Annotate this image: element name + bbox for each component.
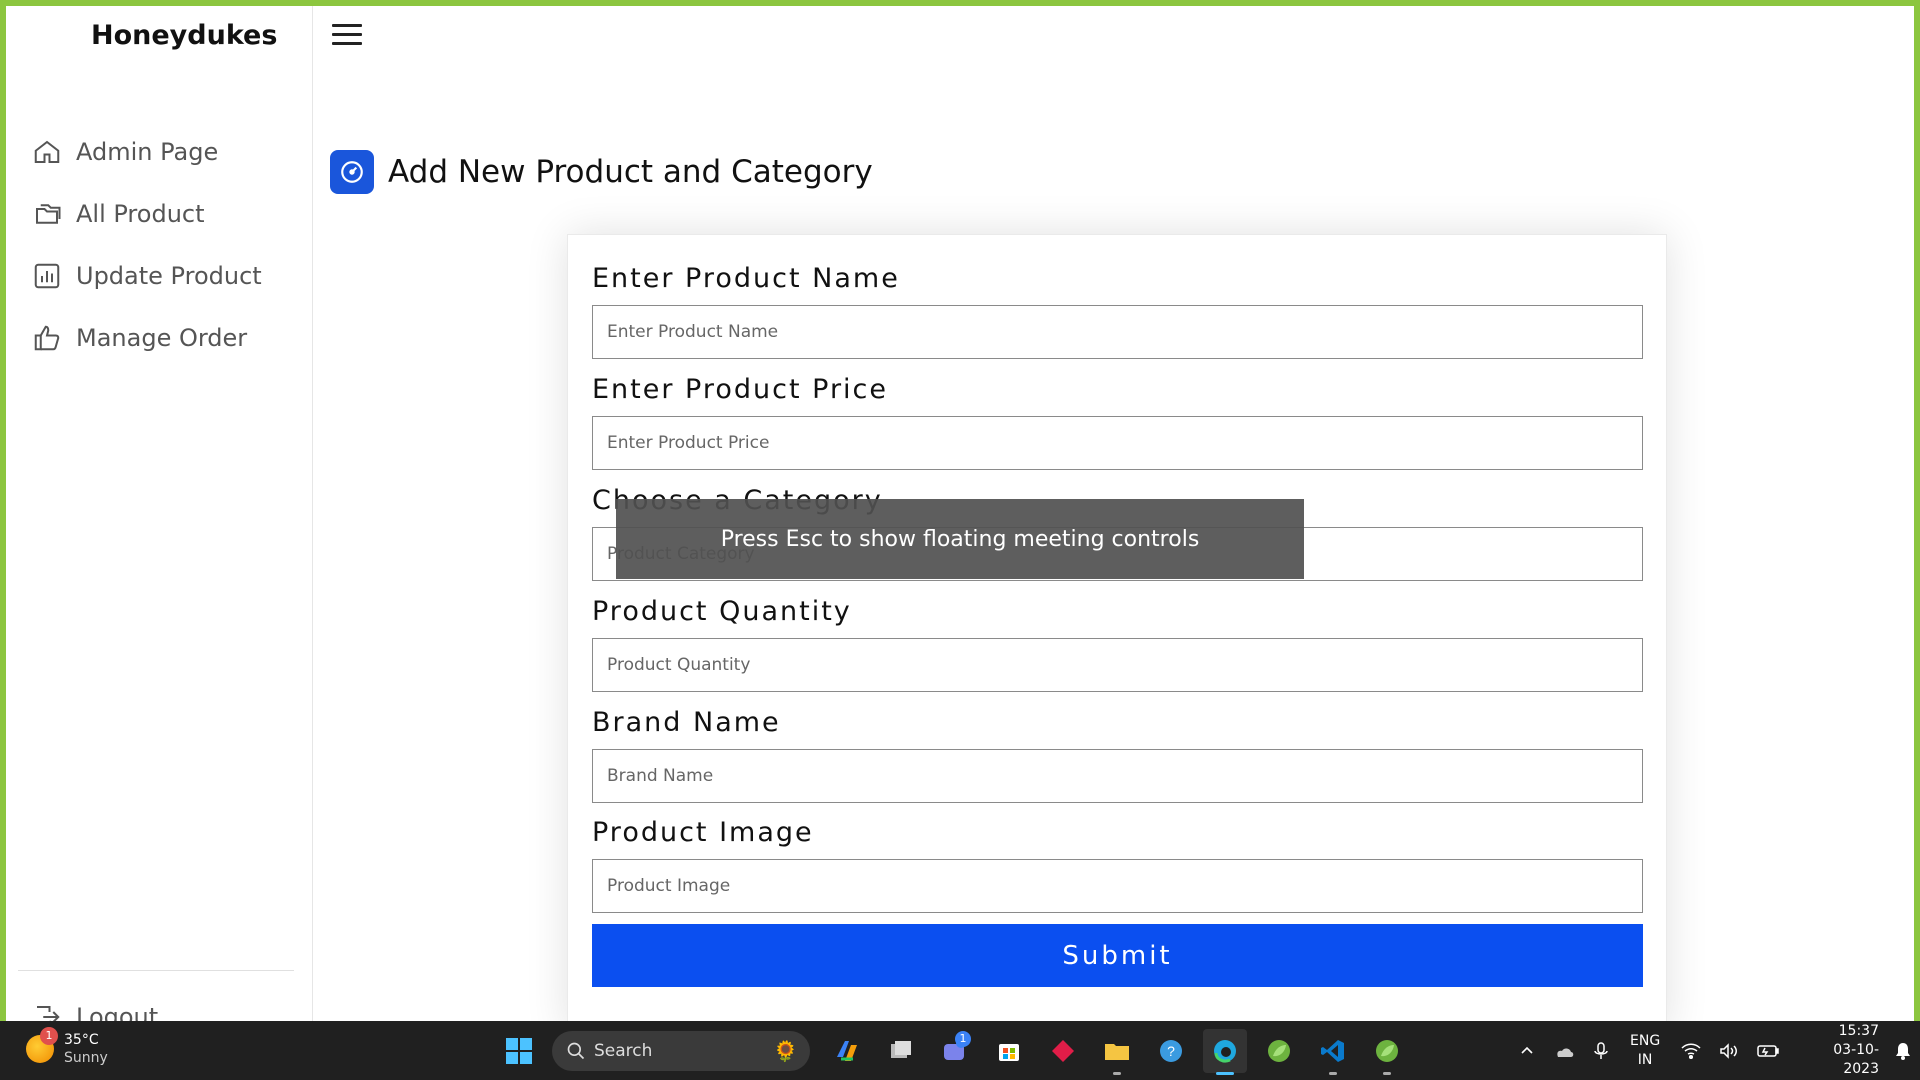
running-indicator [1113, 1072, 1121, 1075]
wifi-icon[interactable] [1681, 1043, 1701, 1059]
clock-date: 03-10-2023 [1833, 1042, 1879, 1077]
running-indicator [1383, 1072, 1391, 1075]
product-quantity-label: Product Quantity [592, 596, 852, 627]
product-image-label: Product Image [592, 817, 814, 848]
page-title: Add New Product and Category [388, 154, 873, 190]
speedometer-icon [330, 150, 374, 194]
weather-text: 35°C Sunny [64, 1031, 108, 1067]
file-explorer-icon[interactable] [1095, 1029, 1139, 1075]
toast-message: Press Esc to show floating meeting contr… [720, 526, 1200, 552]
weather-temp: 35°C [64, 1032, 99, 1048]
sidebar-item-update-product[interactable]: Update Product [32, 245, 262, 307]
logout-icon [37, 1006, 60, 1021]
running-indicator [1329, 1072, 1337, 1075]
sidebar-nav: Admin Page All Product Update Product Ma… [32, 121, 262, 369]
app-red-icon[interactable] [1041, 1029, 1085, 1073]
spring-icon[interactable] [1365, 1029, 1409, 1075]
sun-icon: 1 [26, 1027, 58, 1063]
task-view-icon[interactable] [879, 1029, 923, 1073]
store-icon[interactable] [987, 1029, 1031, 1073]
brand-name-field: Brand Name [592, 707, 1643, 803]
weather-widget[interactable]: 1 35°C Sunny [26, 1027, 108, 1067]
sidebar-item-admin-page[interactable]: Admin Page [32, 121, 262, 183]
weather-badge: 1 [40, 1027, 58, 1045]
battery-icon[interactable] [1757, 1044, 1779, 1058]
sidebar-item-label: Admin Page [76, 138, 219, 166]
onedrive-icon[interactable] [1553, 1043, 1575, 1059]
system-tray: ENG IN 15:37 03-10-2023 [1510, 1021, 1920, 1080]
chevron-up-icon[interactable] [1519, 1043, 1535, 1059]
home-icon [34, 140, 60, 163]
folder-icon [36, 204, 61, 224]
spring-icon[interactable] [1257, 1029, 1301, 1073]
product-form-card: Enter Product Name Enter Product Price C… [567, 234, 1667, 1034]
product-name-label: Enter Product Name [592, 263, 900, 294]
brand-logo[interactable]: Honeydukes [91, 20, 277, 51]
product-price-label: Enter Product Price [592, 374, 889, 405]
search-label: Search [594, 1041, 653, 1061]
notification-bell-icon[interactable] [1895, 1042, 1911, 1060]
page-heading: Add New Product and Category [330, 150, 873, 194]
hamburger-line [332, 33, 362, 36]
sidebar-item-all-product[interactable]: All Product [32, 183, 262, 245]
weather-condition: Sunny [64, 1050, 108, 1066]
sidebar: Honeydukes Admin Page All Product Update… [6, 6, 313, 1021]
meeting-controls-toast: Press Esc to show floating meeting contr… [616, 499, 1304, 579]
search-icon [567, 1042, 585, 1060]
teams-badge: 1 [955, 1031, 971, 1047]
sidebar-item-label: Update Product [76, 262, 262, 290]
brand-name-input[interactable] [592, 749, 1643, 803]
bar-chart-icon [34, 263, 60, 289]
vscode-icon[interactable] [1311, 1029, 1355, 1075]
product-image-field: Product Image [592, 817, 1643, 913]
product-name-field: Enter Product Name [592, 263, 1643, 359]
help-icon[interactable]: ? [1149, 1029, 1193, 1073]
language-indicator[interactable]: ENG IN [1630, 1032, 1660, 1070]
clock[interactable]: 15:37 03-10-2023 [1802, 1022, 1879, 1079]
menu-toggle-button[interactable] [332, 24, 362, 48]
running-indicator [1216, 1072, 1234, 1075]
taskbar-search[interactable]: Search 🌻 [552, 1031, 810, 1071]
start-button[interactable] [498, 1030, 540, 1072]
language-line1: ENG [1630, 1032, 1661, 1049]
language-line2: IN [1637, 1051, 1653, 1068]
logout-button[interactable]: Logout [32, 1002, 158, 1021]
windows-icon [506, 1038, 532, 1064]
sidebar-divider [18, 970, 294, 971]
product-price-field: Enter Product Price [592, 374, 1643, 470]
copilot-icon[interactable] [825, 1029, 869, 1073]
product-quantity-field: Product Quantity [592, 596, 1643, 692]
sidebar-item-label: All Product [76, 200, 205, 228]
product-name-input[interactable] [592, 305, 1643, 359]
edge-icon[interactable] [1203, 1029, 1247, 1075]
hamburger-line [332, 24, 362, 27]
brand-name-label: Brand Name [592, 707, 781, 738]
sidebar-item-manage-order[interactable]: Manage Order [32, 307, 262, 369]
product-image-input[interactable] [592, 859, 1643, 913]
product-price-input[interactable] [592, 416, 1643, 470]
sunflower-icon: 🌻 [773, 1039, 798, 1063]
hamburger-line [332, 42, 362, 45]
product-quantity-input[interactable] [592, 638, 1643, 692]
submit-button[interactable]: Submit [592, 924, 1643, 987]
clock-time: 15:37 [1838, 1023, 1879, 1039]
microphone-icon[interactable] [1593, 1041, 1609, 1061]
sidebar-item-label: Manage Order [76, 324, 248, 352]
svg-text:?: ? [1167, 1043, 1175, 1059]
volume-icon[interactable] [1719, 1042, 1739, 1059]
taskbar-center: Search 🌻 1 ? [498, 1029, 1414, 1075]
logout-label: Logout [76, 1003, 159, 1021]
teams-icon[interactable]: 1 [933, 1029, 977, 1073]
windows-taskbar: 1 35°C Sunny Search 🌻 1 ? ENG IN 15:37 0… [0, 1021, 1920, 1080]
thumbs-up-icon [34, 325, 60, 351]
